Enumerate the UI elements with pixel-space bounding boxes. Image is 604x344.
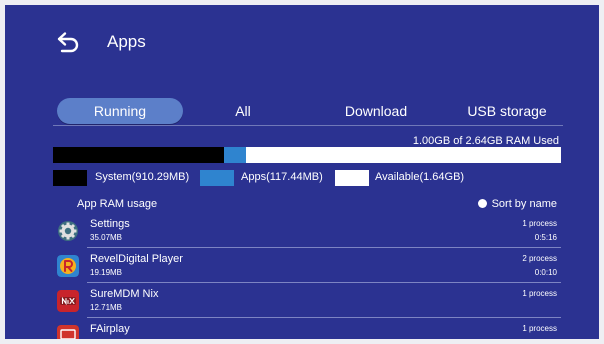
ram-usage-summary: 1.00GB of 2.64GB RAM Used (412, 135, 559, 147)
app-memory: 12.71MB (90, 303, 123, 312)
section-title: App RAM usage (77, 198, 158, 210)
app-row-fairplay[interactable]: FAirplay 1 process (53, 318, 561, 339)
app-process-count: 1 process (522, 324, 557, 333)
app-process-count: 2 process (522, 254, 557, 263)
app-process-count: 1 process (522, 219, 557, 228)
tv-screen: Apps Running All Download USB storage 1.… (5, 5, 599, 339)
legend-label-apps: Apps(117.44MB) (241, 171, 323, 183)
legend-swatch-apps (200, 170, 234, 186)
ram-bar-apps (224, 147, 247, 163)
app-run-time: 0:0:10 (534, 268, 557, 277)
tab-divider (53, 125, 563, 126)
tab-running[interactable]: Running (57, 98, 183, 124)
radio-selected-icon (477, 199, 487, 208)
app-memory: 19.19MB (90, 268, 123, 277)
app-row-settings[interactable]: Settings 35.07MB 1 process 0:5:16 (53, 213, 561, 248)
sort-by-name-option[interactable]: Sort by name (477, 198, 557, 210)
header: Apps (5, 5, 599, 85)
app-run-time: 0:5:16 (534, 233, 557, 242)
legend-swatch-system (53, 170, 87, 186)
tab-all[interactable]: All (213, 98, 273, 124)
app-name: Settings (90, 218, 130, 230)
nix-logo-icon (57, 290, 79, 312)
app-row-reveldigital-player[interactable]: RevelDigital Player 19.19MB 2 process 0:… (53, 248, 561, 283)
ram-bar-system (53, 147, 225, 163)
app-list: Settings 35.07MB 1 process 0:5:16 RevelD… (53, 213, 561, 339)
reveldigital-logo-icon (57, 255, 79, 277)
ram-bar-available (246, 147, 561, 163)
ram-legend: System(910.29MB) Apps(117.44MB) Availabl… (53, 170, 573, 187)
legend-swatch-available (335, 170, 369, 186)
app-name: RevelDigital Player (90, 253, 183, 265)
tab-bar: Running All Download USB storage (53, 98, 563, 126)
airplay-icon (57, 325, 79, 339)
tab-usb-storage[interactable]: USB storage (451, 98, 563, 124)
app-name: FAirplay (90, 323, 130, 335)
back-arrow-icon (57, 32, 79, 53)
app-name: SureMDM Nix (90, 288, 159, 300)
page-title: Apps (107, 32, 146, 51)
app-row-suremdm-nix[interactable]: SureMDM Nix 12.71MB 1 process (53, 283, 561, 318)
app-process-count: 1 process (522, 289, 557, 298)
back-button[interactable] (55, 30, 81, 56)
sort-label: Sort by name (491, 198, 557, 210)
ram-usage-bar (53, 147, 561, 163)
legend-label-available: Available(1.64GB) (375, 171, 465, 183)
tab-download[interactable]: Download (331, 98, 421, 124)
legend-label-system: System(910.29MB) (95, 171, 190, 183)
app-memory: 35.07MB (90, 233, 123, 242)
gear-icon (57, 220, 79, 242)
